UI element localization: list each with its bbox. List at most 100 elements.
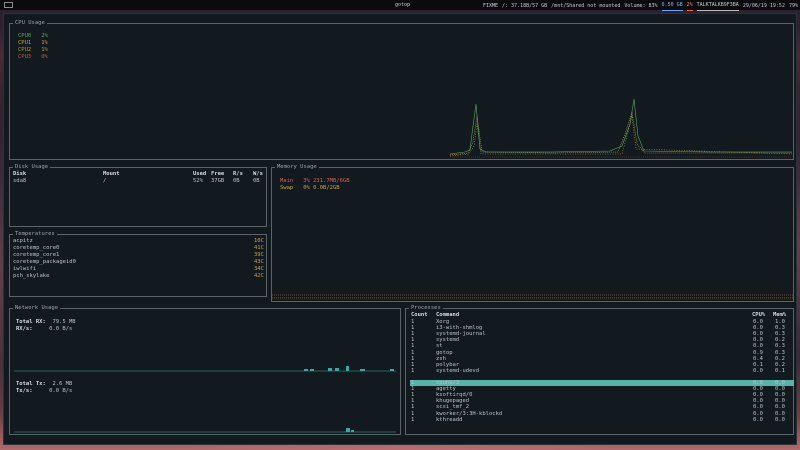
network-rx-sparkline (14, 366, 396, 372)
process-count: 1 (411, 355, 415, 362)
network-tx-rate: Tx/s: 0.0 B/s (16, 388, 72, 395)
network-rx-rate-label: RX/s: (16, 326, 33, 332)
network-rx-bar (390, 369, 394, 371)
process-cpu: 0.0 (753, 416, 763, 423)
process-command: polybar (436, 361, 460, 368)
network-tx-bar (351, 430, 354, 432)
temp-name-5: pch_skylake (13, 273, 50, 279)
status-segment-wifi: TALKTALKB9F3BA (696, 0, 739, 11)
memory-usage-graph (272, 294, 793, 299)
cpu2-line (449, 115, 793, 157)
network-rx-bar (335, 368, 339, 371)
process-count: 1 (411, 337, 415, 344)
network-usage-title: Network Usage (13, 305, 61, 312)
temp-value-4: 34C (254, 266, 264, 272)
process-command: kthreadd (436, 416, 463, 423)
temp-name-0: acpitz (13, 238, 33, 244)
process-cpu: 0.4 (753, 355, 763, 362)
proc-header-mem[interactable]: Mem% (773, 312, 786, 319)
workspace-indicator[interactable] (4, 2, 13, 8)
network-usage-panel: Network Usage Total RX: 79.5 MB RX/s: 0.… (9, 305, 401, 435)
process-cpu: 0.0 (753, 410, 763, 417)
cpu-usage-panel: CPU Usage CPU0 2% CPU1 1% CPU2 1% CPU3 0… (9, 20, 794, 160)
process-row-selected-highlight[interactable] (410, 380, 794, 386)
process-command: khugepaged (436, 398, 470, 405)
network-rx-rate-value: 0.0 B/s (49, 326, 73, 332)
disk-row-write: 0B (253, 178, 260, 184)
proc-header-cpu[interactable]: CPU% (752, 312, 765, 319)
process-cpu: 0.0 (753, 380, 763, 386)
process-count: 1 (411, 319, 415, 325)
processes-title: Processes (409, 305, 443, 312)
disk-usage-panel: Disk Usage Disk Mount Used Free R/s W/s … (9, 164, 267, 227)
process-mem: 1.0 (775, 319, 785, 325)
process-mem: 0.3 (775, 325, 785, 332)
process-mem: 0.0 (775, 416, 785, 423)
temp-value-0: 10C (254, 238, 264, 244)
process-cpu: 0.0 (753, 343, 763, 350)
process-command: st (436, 343, 443, 350)
disk-usage-title: Disk Usage (13, 164, 51, 171)
process-command: systemd-journal (436, 331, 486, 338)
process-cpu: 0.0 (753, 392, 763, 399)
process-command: ksoftirqd/0 (436, 392, 473, 399)
disk-header-used: Used (193, 171, 207, 177)
process-mem: 0.0 (775, 380, 785, 386)
network-rx-bar (310, 369, 314, 371)
process-command: agetty (436, 386, 456, 393)
disk-row-free: 37GB (211, 178, 225, 184)
process-cpu: 0.0 (753, 386, 763, 393)
temp-value-2: 39C (254, 252, 264, 258)
disk-header-free: Free (211, 171, 225, 177)
network-rx-bar (304, 369, 308, 371)
temp-value-5: 42C (254, 273, 264, 279)
proc-header-count[interactable]: Count (411, 312, 428, 319)
network-rx-total-value: 79.5 MB (52, 319, 76, 325)
network-rx-total: Total RX: 79.5 MB (16, 319, 76, 326)
process-count: 1 (411, 392, 415, 399)
process-count: 1 (411, 398, 415, 405)
process-command: cpuhp/3 (436, 380, 460, 386)
process-command: zsh (436, 355, 446, 362)
process-command: systemd (436, 337, 460, 344)
window-title: gotop (395, 2, 411, 8)
process-cpu: 0.0 (753, 331, 763, 338)
status-bar: gotop FIXME /: 37.18B/57 GB /mnt/Shared … (0, 0, 800, 11)
process-command: Xorg (436, 319, 450, 325)
process-mem: 0.2 (775, 337, 785, 344)
process-count: 1 (411, 349, 415, 356)
proc-header-command[interactable]: Command (436, 312, 459, 319)
terminal-window[interactable]: CPU Usage CPU0 2% CPU1 1% CPU2 1% CPU3 0… (3, 13, 797, 445)
process-mem: 0.2 (775, 355, 785, 362)
network-tx-total-label: Total Tx: (16, 381, 46, 387)
process-count: 1 (411, 416, 415, 423)
process-count: 1 (411, 343, 415, 350)
status-segments: FIXME /: 37.18B/57 GB /mnt/Shared not mo… (483, 0, 798, 11)
disk-row-mount: / (103, 178, 107, 184)
process-command: systemd-udevd (436, 367, 480, 374)
process-mem: 0.3 (775, 349, 785, 356)
disk-header-write: W/s (253, 171, 263, 177)
network-rx-bar (360, 369, 365, 371)
cpu0-line (449, 98, 792, 155)
process-count: 1 (411, 410, 415, 417)
status-segment-volume[interactable]: Volume: 83% (624, 1, 657, 11)
disk-row-name: sda8 (13, 178, 27, 184)
disk-row-read: 0B (233, 178, 240, 184)
network-tx-rate-label: Tx/s: (16, 388, 33, 394)
network-rx-bar (346, 366, 349, 371)
disk-header-mount: Mount (103, 171, 120, 177)
process-mem: 0.3 (775, 331, 785, 338)
temperatures-panel: Temperatures acpitz 10C coretemp_core0 4… (9, 231, 267, 297)
process-mem: 0.0 (775, 386, 785, 393)
process-cpu: 0.0 (753, 398, 763, 405)
process-command: i3-with-shmlog (436, 325, 483, 332)
temp-name-1: coretemp_core0 (13, 245, 60, 251)
temp-name-4: iwlwifi (13, 266, 37, 272)
process-count: 1 (411, 331, 415, 338)
status-segment-battery: 79% (788, 2, 798, 9)
process-cpu: 0.0 (753, 337, 763, 344)
process-count: 1 (411, 373, 415, 380)
network-rx-total-label: Total RX: (16, 319, 46, 325)
network-tx-bar (346, 428, 350, 432)
